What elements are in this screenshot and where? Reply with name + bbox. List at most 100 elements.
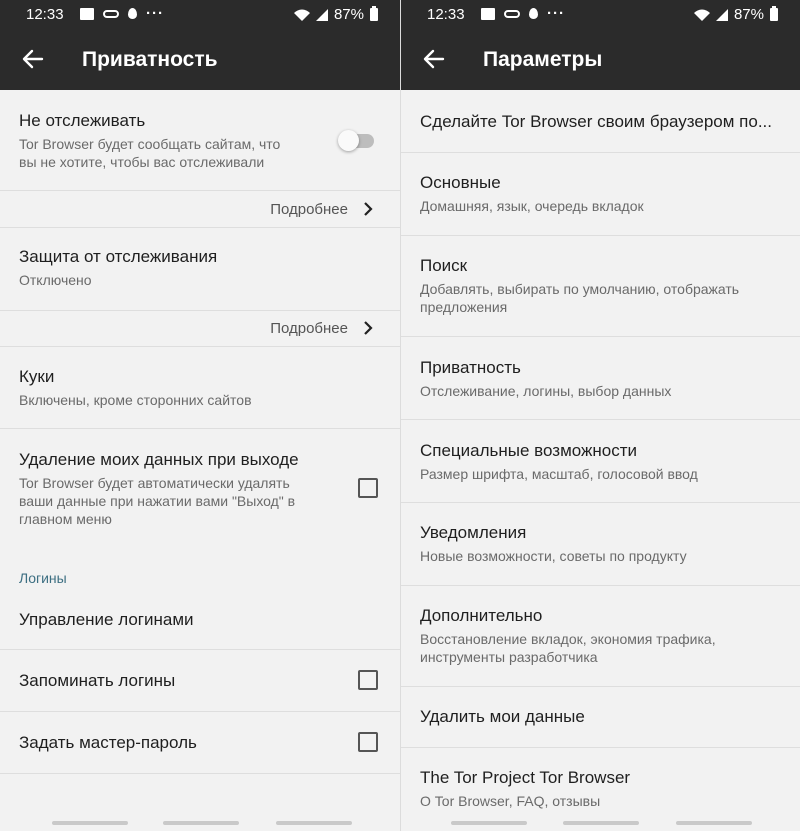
nav-gesture-hint (451, 821, 527, 825)
master-password-checkbox[interactable] (358, 732, 378, 752)
nav-gesture-hint (276, 821, 352, 825)
privacy-settings-list: Не отслеживать Tor Browser будет сообщат… (0, 90, 400, 831)
status-right: 87% (293, 6, 378, 23)
nav-gesture-hint (676, 821, 752, 825)
settings-item-privacy[interactable]: Приватность Отслеживание, логины, выбор … (401, 337, 800, 419)
set-default-browser-item[interactable]: Сделайте Tor Browser своим браузером по.… (401, 90, 800, 152)
settings-item-search[interactable]: Поиск Добавлять, выбирать по умолчанию, … (401, 236, 800, 336)
status-right: 87% (693, 6, 778, 23)
privacy-screen: 12:33 ··· 87% Приватность Не отслеживать… (0, 0, 400, 831)
page-title: Параметры (483, 48, 603, 71)
chevron-right-icon (364, 321, 373, 335)
toggle-thumb (338, 130, 359, 151)
settings-item-title: Поиск (420, 256, 468, 275)
do-not-track-desc-2: вы не хотите, чтобы вас отслеживали (19, 154, 265, 170)
wifi-icon (693, 9, 710, 21)
nav-gesture-hint (163, 821, 239, 825)
app-bar: Приватность (0, 30, 400, 90)
learn-more-label: Подробнее (270, 320, 348, 337)
key-icon (504, 9, 520, 18)
settings-item-subtitle: Новые возможности, советы по продукту (420, 548, 687, 564)
settings-list: Сделайте Tor Browser своим браузером по.… (401, 90, 800, 831)
settings-item-notifications[interactable]: Уведомления Новые возможности, советы по… (401, 503, 800, 585)
nav-gesture-hint (52, 821, 128, 825)
status-time: 12:33 (427, 6, 465, 23)
settings-item-subtitle: Добавлять, выбирать по умолчанию, отобра… (420, 281, 740, 297)
image-notification-icon (481, 7, 495, 20)
settings-item-about[interactable]: The Tor Project Tor Browser О Tor Browse… (401, 748, 800, 828)
settings-item-subtitle: Домашняя, язык, очередь вкладок (420, 198, 644, 214)
settings-item-title: The Tor Project Tor Browser (420, 768, 631, 787)
tracking-protection-title: Защита от отслеживания (19, 247, 218, 266)
tor-onion-icon (529, 8, 538, 19)
cookies-item[interactable]: Куки Включены, кроме сторонних сайтов (0, 347, 400, 428)
settings-item-title: Удалить мои данные (420, 707, 585, 726)
do-not-track-toggle[interactable] (338, 130, 374, 151)
divider (0, 773, 400, 774)
settings-item-subtitle: Размер шрифта, масштаб, голосовой ввод (420, 466, 698, 482)
settings-item-title: Уведомления (420, 523, 527, 542)
manage-logins-item[interactable]: Управление логинами (0, 590, 400, 649)
page-title: Приватность (82, 48, 218, 71)
remember-logins-item[interactable]: Запоминать логины (0, 650, 400, 711)
status-bar: 12:33 ··· 87% (0, 0, 400, 30)
settings-item-subtitle: Отслеживание, логины, выбор данных (420, 383, 672, 399)
clear-data-on-exit-item[interactable]: Удаление моих данных при выходе Tor Brow… (0, 429, 400, 541)
do-not-track-item[interactable]: Не отслеживать Tor Browser будет сообщат… (0, 90, 400, 190)
battery-percent: 87% (733, 6, 764, 23)
remember-logins-title: Запоминать логины (19, 671, 176, 690)
signal-icon (715, 8, 728, 21)
settings-screen: 12:33 ··· 87% Параметры Сделайте Tor Bro… (401, 0, 800, 831)
do-not-track-desc-1: Tor Browser будет сообщать сайтам, что (19, 136, 281, 152)
battery-percent: 87% (333, 6, 364, 23)
back-arrow-icon[interactable] (423, 48, 445, 70)
battery-icon (770, 6, 778, 21)
clear-data-on-exit-desc-2: ваши данные при нажатии вами "Выход" в (19, 493, 296, 509)
status-time: 12:33 (26, 6, 64, 23)
key-icon (103, 9, 119, 18)
clear-data-on-exit-desc-1: Tor Browser будет автоматически удалять (19, 475, 290, 491)
settings-item-subtitle-2: инструменты разработчика (420, 649, 598, 665)
clear-data-on-exit-title: Удаление моих данных при выходе (19, 450, 299, 469)
learn-more-link-2[interactable]: Подробнее (0, 311, 400, 346)
learn-more-link-1[interactable]: Подробнее (0, 191, 400, 227)
master-password-item[interactable]: Задать мастер-пароль (0, 712, 400, 773)
settings-item-general[interactable]: Основные Домашняя, язык, очередь вкладок (401, 153, 800, 235)
notification-icons: ··· (80, 5, 164, 22)
logins-section-header: Логины (19, 570, 67, 586)
notification-icons: ··· (481, 5, 565, 22)
settings-item-subtitle: О Tor Browser, FAQ, отзывы (420, 793, 601, 809)
battery-icon (370, 6, 378, 21)
nav-gesture-hint (563, 821, 639, 825)
tracking-protection-item[interactable]: Защита от отслеживания Отключено (0, 228, 400, 310)
settings-item-title: Дополнительно (420, 606, 543, 625)
cookies-title: Куки (19, 367, 55, 386)
clear-data-on-exit-desc-3: главном меню (19, 511, 112, 527)
master-password-title: Задать мастер-пароль (19, 733, 197, 752)
manage-logins-title: Управление логинами (19, 610, 194, 629)
do-not-track-title: Не отслеживать (19, 111, 146, 130)
chevron-right-icon (364, 202, 373, 216)
tor-onion-icon (128, 8, 137, 19)
remember-logins-checkbox[interactable] (358, 670, 378, 690)
app-bar: Параметры (401, 30, 800, 90)
more-notifications-icon: ··· (547, 5, 565, 22)
cookies-value: Включены, кроме сторонних сайтов (19, 392, 252, 408)
tracking-protection-value: Отключено (19, 272, 92, 288)
settings-item-accessibility[interactable]: Специальные возможности Размер шрифта, м… (401, 420, 800, 502)
signal-icon (315, 8, 328, 21)
back-arrow-icon[interactable] (22, 48, 44, 70)
settings-item-subtitle: Восстановление вкладок, экономия трафика… (420, 631, 716, 647)
more-notifications-icon: ··· (146, 5, 164, 22)
settings-item-subtitle-2: предложения (420, 299, 508, 315)
settings-item-delete-data[interactable]: Удалить мои данные (401, 687, 800, 747)
learn-more-label: Подробнее (270, 201, 348, 218)
settings-item-title: Основные (420, 173, 501, 192)
clear-data-on-exit-checkbox[interactable] (358, 478, 378, 498)
settings-item-advanced[interactable]: Дополнительно Восстановление вкладок, эк… (401, 586, 800, 686)
status-bar: 12:33 ··· 87% (401, 0, 800, 30)
settings-item-title: Специальные возможности (420, 441, 638, 460)
settings-item-title: Приватность (420, 358, 521, 377)
set-default-browser-title: Сделайте Tor Browser своим браузером по.… (420, 112, 773, 131)
wifi-icon (293, 9, 310, 21)
